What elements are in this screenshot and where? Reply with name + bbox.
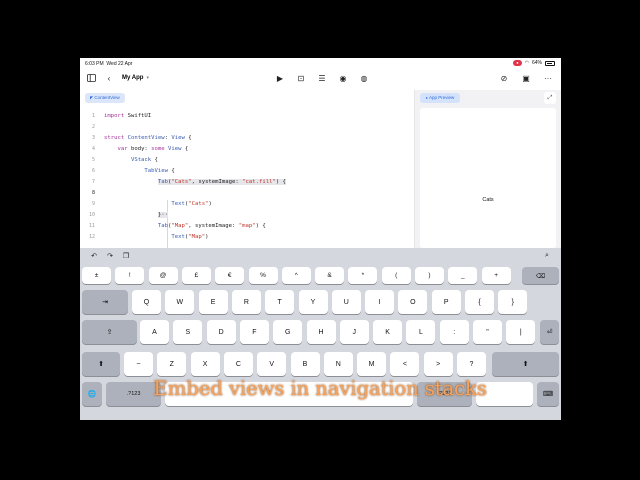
- wifi-icon: ◠: [524, 60, 529, 66]
- library-icon[interactable]: ▣: [521, 73, 531, 83]
- key-letter[interactable]: ?: [457, 352, 486, 376]
- keyboard-shortcut-bar: ↶ ↷ ❐ ⌕: [80, 248, 561, 264]
- key-letter[interactable]: <: [390, 352, 420, 376]
- record-icon[interactable]: ◉: [338, 73, 348, 83]
- key-symbol[interactable]: +: [481, 267, 511, 284]
- stop-icon[interactable]: ⊡: [296, 73, 306, 83]
- key-letter[interactable]: M: [357, 352, 387, 376]
- key-letter[interactable]: I: [365, 290, 395, 314]
- key-symbol[interactable]: @: [148, 267, 178, 284]
- key-letter[interactable]: E: [198, 290, 228, 314]
- key-letter[interactable]: Q: [132, 290, 161, 314]
- back-chevron-icon[interactable]: ‹: [104, 73, 114, 83]
- key-symbol[interactable]: €: [215, 267, 245, 284]
- key-letter[interactable]: K: [373, 320, 403, 344]
- preview-text: Cats: [482, 197, 494, 203]
- tab-key-icon[interactable]: ⇥: [82, 290, 128, 314]
- key-letter[interactable]: A: [140, 320, 169, 344]
- key-letter[interactable]: U: [331, 290, 361, 314]
- delete-icon[interactable]: ⌫: [522, 267, 559, 284]
- key-letter[interactable]: X: [190, 352, 220, 376]
- key-letter[interactable]: P: [431, 290, 461, 314]
- swift-icon: ◤: [90, 95, 94, 100]
- key-symbol[interactable]: %: [248, 267, 278, 284]
- key-symbol[interactable]: £: [181, 267, 211, 284]
- key-symbol[interactable]: (: [381, 267, 411, 284]
- key-symbol[interactable]: ±: [82, 267, 111, 284]
- key-symbol[interactable]: *: [348, 267, 378, 284]
- key-letter[interactable]: ~: [124, 352, 153, 376]
- sidebar-icon[interactable]: [86, 73, 96, 83]
- preview-icon: ▸: [426, 95, 429, 100]
- key-letter[interactable]: ": [473, 320, 502, 344]
- screen-recording-badge: ●: [513, 60, 522, 66]
- key-symbol[interactable]: ^: [281, 267, 311, 284]
- preview-canvas[interactable]: Cats: [420, 108, 556, 248]
- sliders-icon[interactable]: ☰: [317, 73, 327, 83]
- caps-lock-icon[interactable]: ⇪: [82, 320, 137, 344]
- tab-app-preview[interactable]: ▸ App Preview: [420, 93, 461, 103]
- key-letter[interactable]: Y: [298, 290, 328, 314]
- code-editor[interactable]: ◤ ContentView 1 import SwiftUI 2 3 struct …: [80, 90, 414, 265]
- battery-icon: [545, 60, 555, 66]
- key-letter[interactable]: }: [498, 290, 528, 314]
- app-title[interactable]: My App: [122, 75, 143, 81]
- key-symbol[interactable]: _: [448, 267, 478, 284]
- expand-icon[interactable]: ⤢: [544, 92, 556, 104]
- redo-icon[interactable]: ↷: [105, 251, 115, 261]
- key-letter[interactable]: H: [306, 320, 336, 344]
- return-icon[interactable]: ⏎: [540, 320, 559, 344]
- video-caption: Embed views in navigation stacks: [153, 376, 487, 400]
- key-letter[interactable]: Z: [157, 352, 187, 376]
- app-title-chevron-icon[interactable]: ▾: [146, 75, 149, 81]
- key-letter[interactable]: T: [265, 290, 295, 314]
- more-icon[interactable]: ···: [543, 73, 553, 83]
- key-letter[interactable]: D: [206, 320, 236, 344]
- key-letter[interactable]: |: [506, 320, 536, 344]
- compass-icon[interactable]: ⊘: [499, 73, 509, 83]
- status-time: 6:03 PM Wed 22 Apr: [85, 61, 133, 67]
- key-letter[interactable]: O: [398, 290, 428, 314]
- key-letter[interactable]: V: [257, 352, 287, 376]
- key-letter[interactable]: W: [165, 290, 195, 314]
- shift-left-icon[interactable]: ⬆: [82, 352, 120, 376]
- key-letter[interactable]: :: [439, 320, 469, 344]
- battery-percent: 64%: [531, 60, 542, 66]
- key-letter[interactable]: C: [223, 352, 253, 376]
- preview-pane: ▸ App Preview ⤢ Cats: [415, 90, 561, 248]
- tab-contentview[interactable]: ◤ ContentView: [85, 93, 125, 103]
- key-letter[interactable]: R: [231, 290, 261, 314]
- key-letter[interactable]: L: [406, 320, 436, 344]
- key-letter[interactable]: F: [239, 320, 269, 344]
- ipad-screen: 6:03 PM Wed 22 Apr ● ◠ 64% ‹ My App ▾ ▶ …: [80, 58, 561, 420]
- key-letter[interactable]: B: [290, 352, 320, 376]
- key-letter[interactable]: >: [423, 352, 453, 376]
- key-letter[interactable]: {: [465, 290, 494, 314]
- shift-right-icon[interactable]: ⬆: [492, 352, 559, 376]
- palette-icon[interactable]: ◍: [359, 73, 369, 83]
- key-letter[interactable]: J: [339, 320, 369, 344]
- search-icon[interactable]: ⌕: [542, 251, 552, 261]
- status-bar: 6:03 PM Wed 22 Apr ● ◠ 64%: [80, 58, 561, 68]
- key-letter[interactable]: N: [323, 352, 353, 376]
- key-symbol[interactable]: &: [315, 267, 345, 284]
- key-symbol[interactable]: !: [115, 267, 145, 284]
- app-toolbar: ‹ My App ▾ ▶ ⊡ ☰ ◉ ◍ ⊘ ▣ ···: [80, 68, 561, 90]
- key-letter[interactable]: S: [173, 320, 203, 344]
- paste-icon[interactable]: ❐: [121, 251, 131, 261]
- undo-icon[interactable]: ↶: [89, 251, 99, 261]
- play-icon[interactable]: ▶: [275, 73, 285, 83]
- key-letter[interactable]: G: [273, 320, 303, 344]
- key-symbol[interactable]: ): [415, 267, 444, 284]
